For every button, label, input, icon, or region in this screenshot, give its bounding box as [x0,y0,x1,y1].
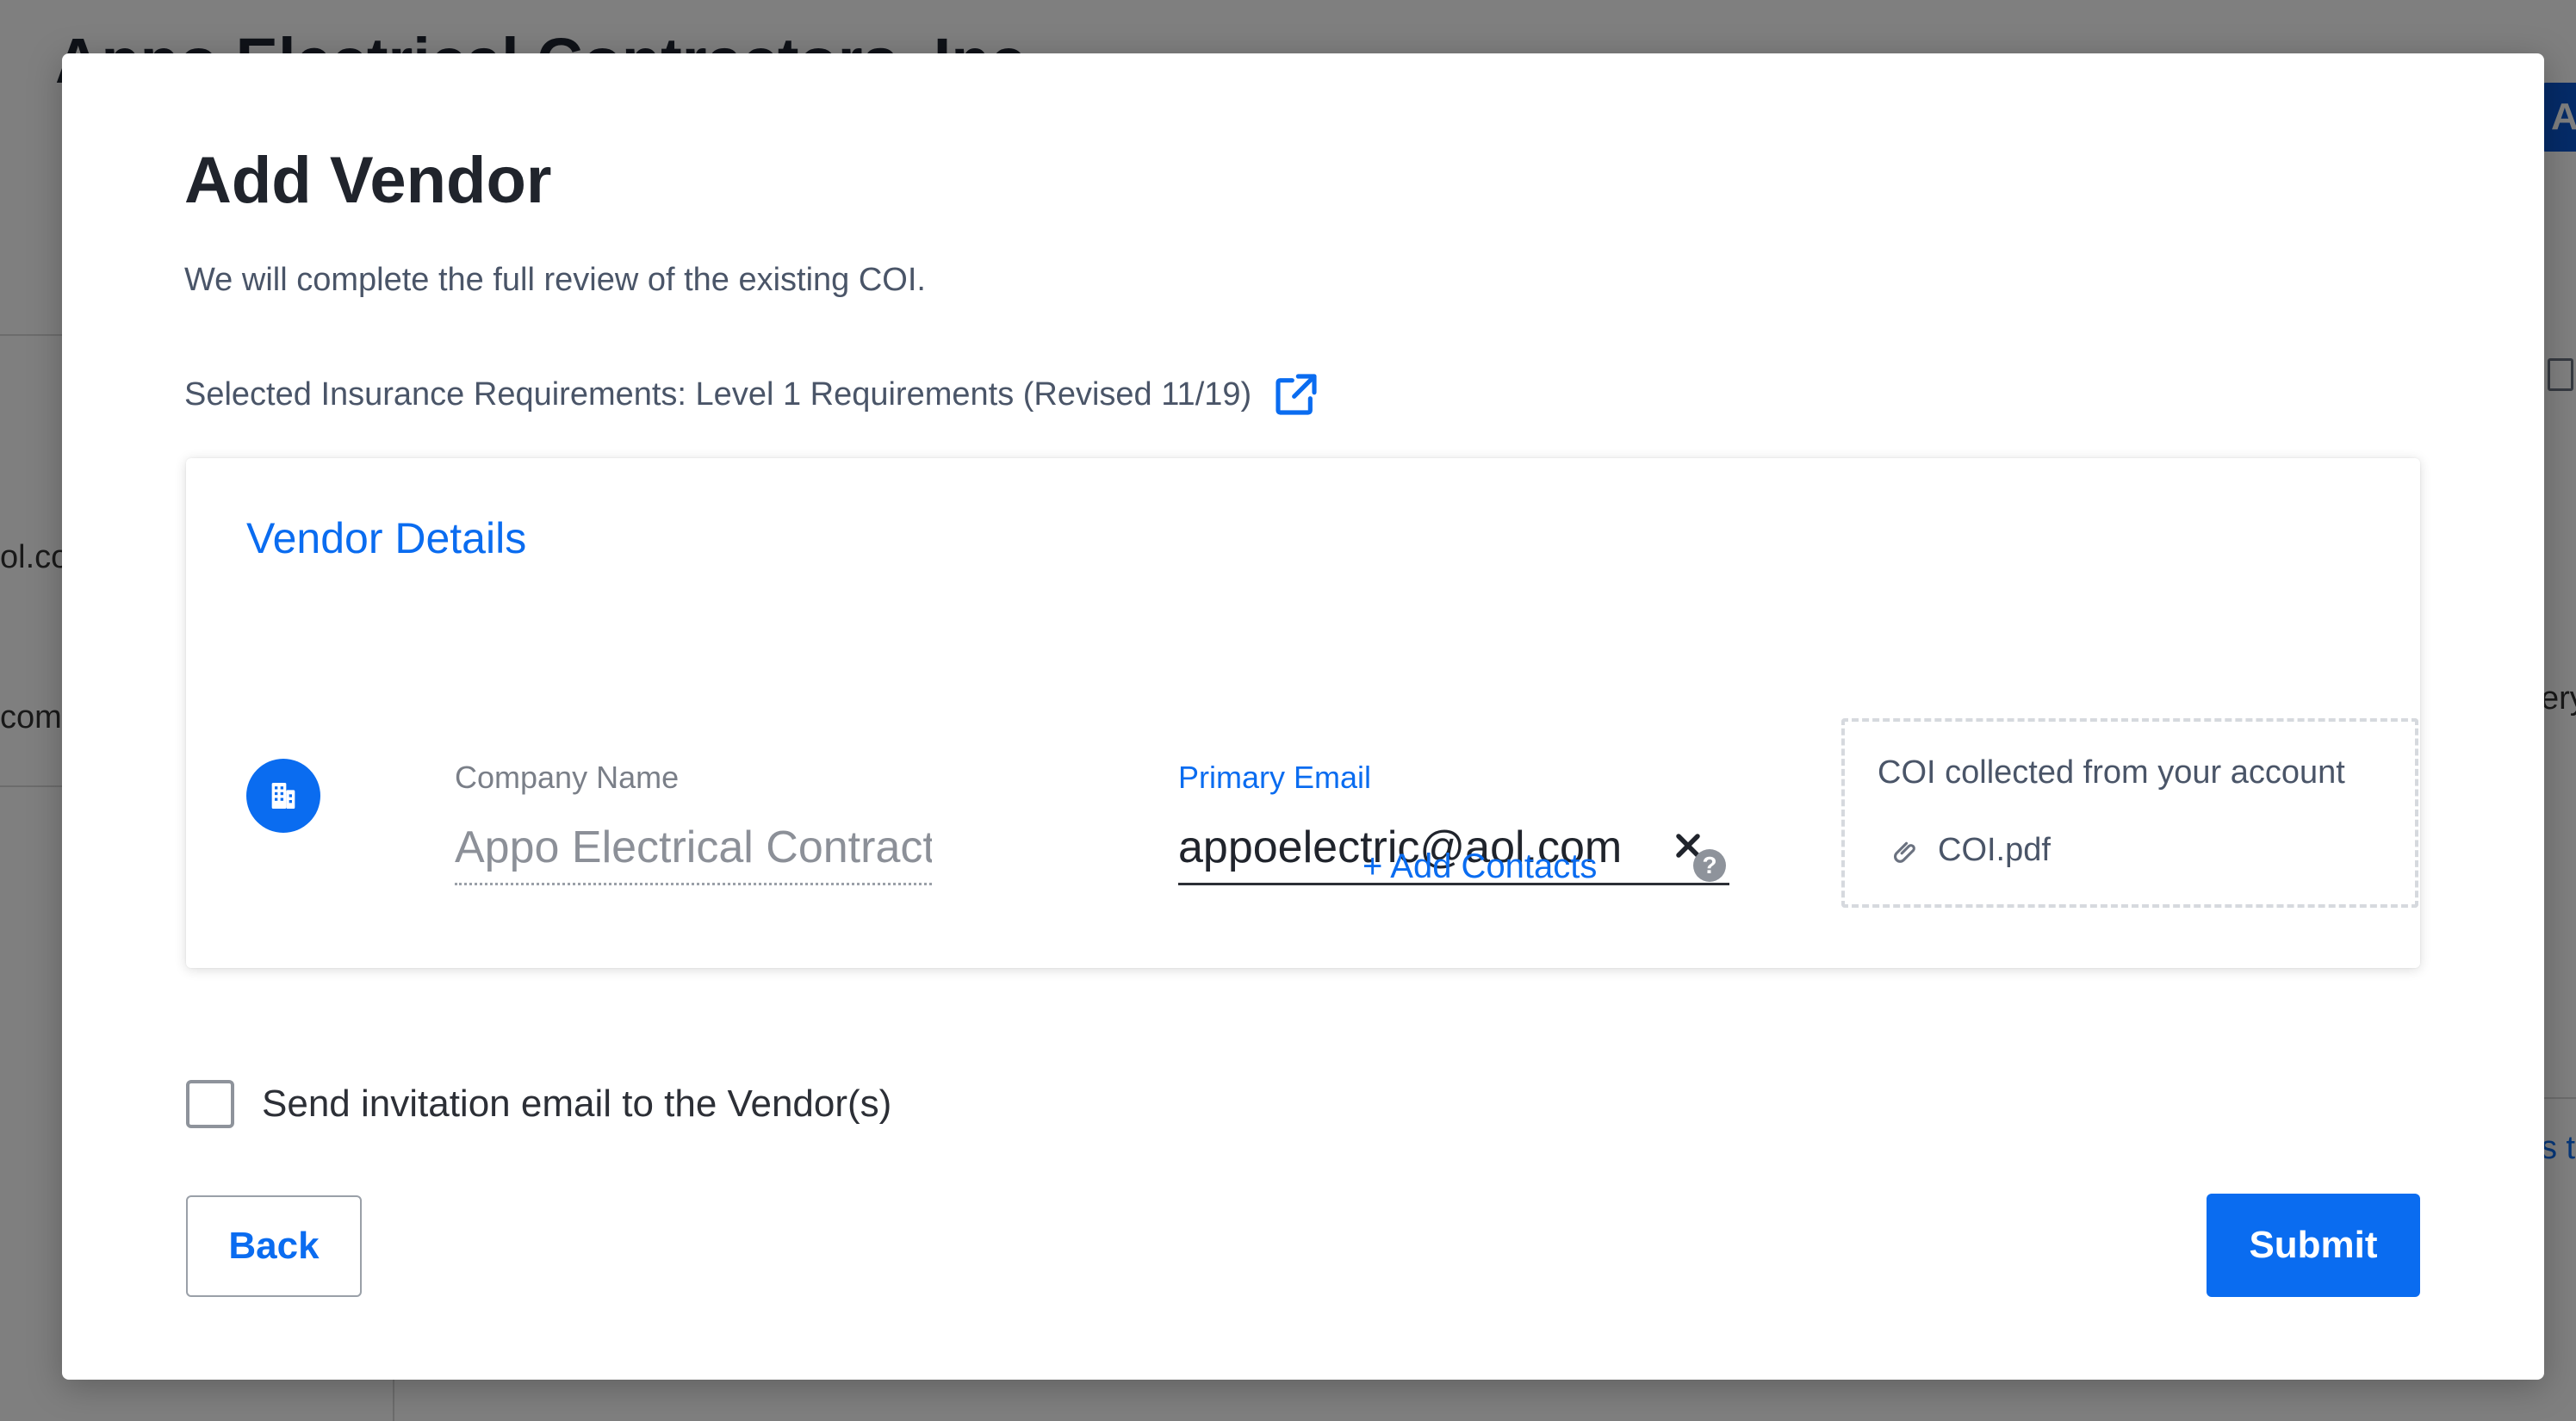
building-icon [246,759,320,833]
coi-title: COI collected from your account [1878,754,2345,791]
modal-subtitle: We will complete the full review of the … [184,262,926,298]
invite-row: Send invitation email to the Vendor(s) [186,1080,891,1128]
submit-button[interactable]: Submit [2207,1194,2420,1297]
modal-title: Add Vendor [184,144,552,217]
external-link-icon[interactable] [1272,370,1320,419]
primary-email-label: Primary Email [1178,760,1372,795]
company-name-input[interactable] [455,811,932,885]
add-contacts-link[interactable]: + Add Contacts [1362,847,1597,886]
insurance-requirements-text: Selected Insurance Requirements: Level 1… [184,375,1252,413]
company-name-label: Company Name [455,760,680,795]
invite-label: Send invitation email to the Vendor(s) [262,1083,892,1125]
vendor-details-card: Vendor Details Company Name Primary Emai… [186,458,2420,968]
paperclip-icon [1894,841,1915,863]
coi-file-name: COI.pdf [1938,832,2051,868]
coi-file-link[interactable]: COI.pdf [1890,832,2051,869]
back-button[interactable]: Back [186,1195,362,1297]
insurance-requirements-row: Selected Insurance Requirements: Level 1… [184,369,1320,420]
help-icon[interactable]: ? [1693,849,1726,882]
vendor-details-title: Vendor Details [246,514,527,562]
invite-checkbox[interactable] [186,1080,234,1128]
add-vendor-modal: Add Vendor We will complete the full rev… [62,53,2544,1380]
coi-dropzone: COI collected from your account COI.pdf [1841,718,2418,908]
